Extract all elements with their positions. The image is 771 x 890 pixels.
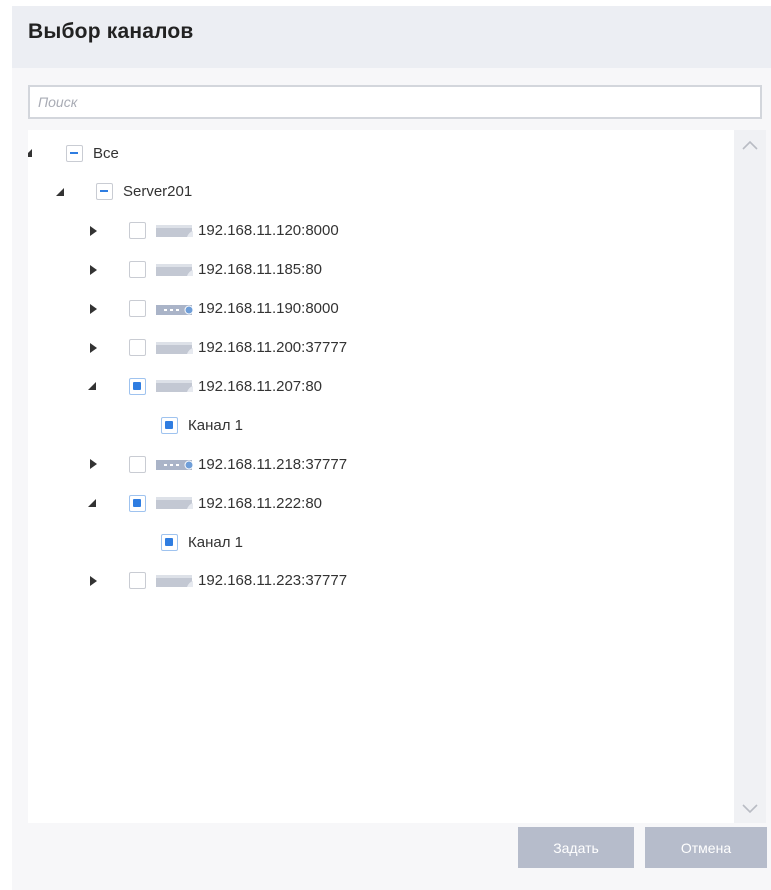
collapse-arrow-icon[interactable] xyxy=(86,379,100,393)
expand-arrow-icon[interactable] xyxy=(86,341,100,355)
dialog-header: Выбор каналов xyxy=(12,6,771,68)
expand-arrow-icon[interactable] xyxy=(86,263,100,277)
camera-icon xyxy=(156,224,193,237)
camera-icon xyxy=(156,574,193,587)
channel-label: Канал 1 xyxy=(188,416,243,434)
tree-node-device[interactable]: 192.168.11.190:8000 xyxy=(86,294,339,324)
device-checkbox[interactable] xyxy=(129,494,146,512)
dialog-title: Выбор каналов xyxy=(28,20,194,43)
tree-node-all[interactable]: Все xyxy=(28,138,119,168)
cancel-button[interactable]: Отмена xyxy=(645,827,767,868)
scroll-up-icon[interactable] xyxy=(740,138,760,152)
device-checkbox[interactable] xyxy=(129,339,146,356)
device-label: 192.168.11.200:37777 xyxy=(198,339,348,356)
tree-node-device[interactable]: 192.168.11.120:8000 xyxy=(86,216,339,246)
device-label: 192.168.11.218:37777 xyxy=(198,455,348,473)
channel-checkbox[interactable] xyxy=(161,416,178,434)
tree-node-all-label: Все xyxy=(93,144,119,162)
tree-node-device[interactable]: 192.168.11.222:80 xyxy=(86,488,322,518)
device-checkbox[interactable] xyxy=(129,261,146,279)
device-label: 192.168.11.222:80 xyxy=(198,494,323,512)
device-checkbox[interactable] xyxy=(129,377,146,395)
tree-node-device[interactable]: 192.168.11.200:37777 xyxy=(86,333,347,363)
device-checkbox[interactable] xyxy=(129,222,146,240)
collapse-arrow-icon[interactable] xyxy=(86,496,100,510)
search-input[interactable] xyxy=(30,87,760,117)
device-checkbox[interactable] xyxy=(129,300,146,318)
device-label: 192.168.11.120:8000 xyxy=(198,222,339,240)
tree-node-channel[interactable]: Канал 1 xyxy=(161,527,243,557)
tree-node-channel[interactable]: Канал 1 xyxy=(161,410,243,440)
camera-icon xyxy=(156,341,193,354)
nvr-icon xyxy=(156,460,194,471)
server-label: Server201 xyxy=(123,183,193,201)
device-checkbox[interactable] xyxy=(129,572,146,590)
tree-node-device[interactable]: 192.168.11.223:37777 xyxy=(86,566,347,596)
channel-select-dialog: Выбор каналов Все Server201 192.168.11.120… xyxy=(12,6,771,890)
all-checkbox[interactable] xyxy=(66,144,83,162)
camera-icon xyxy=(156,380,193,393)
channel-checkbox[interactable] xyxy=(161,533,178,551)
camera-icon xyxy=(156,497,193,510)
server-checkbox[interactable] xyxy=(96,183,113,201)
device-label: 192.168.11.207:80 xyxy=(198,377,323,395)
collapse-arrow-icon[interactable] xyxy=(28,146,36,160)
tree-node-device[interactable]: 192.168.11.218:37777 xyxy=(86,449,347,479)
channel-label: Канал 1 xyxy=(188,533,243,551)
collapse-arrow-icon[interactable] xyxy=(54,185,68,199)
channel-tree: Все Server201 192.168.11.120:8000 192.168.1… xyxy=(28,130,734,823)
tree-node-device[interactable]: 192.168.11.207:80 xyxy=(86,371,322,401)
expand-arrow-icon[interactable] xyxy=(86,302,100,316)
set-button[interactable]: Задать xyxy=(518,827,634,868)
expand-arrow-icon[interactable] xyxy=(86,457,100,471)
expand-arrow-icon[interactable] xyxy=(86,574,100,588)
search-box xyxy=(28,85,762,119)
expand-arrow-icon[interactable] xyxy=(86,224,100,238)
tree-scrollbar[interactable] xyxy=(734,130,766,823)
tree-node-server[interactable]: Server201 xyxy=(54,177,192,207)
tree-node-device[interactable]: 192.168.11.185:80 xyxy=(86,255,322,285)
scroll-down-icon[interactable] xyxy=(740,802,760,816)
nvr-icon xyxy=(156,304,194,315)
device-label: 192.168.11.190:8000 xyxy=(198,300,339,318)
device-checkbox[interactable] xyxy=(129,455,146,473)
camera-icon xyxy=(156,263,193,276)
device-label: 192.168.11.185:80 xyxy=(198,261,323,279)
device-label: 192.168.11.223:37777 xyxy=(198,572,348,590)
